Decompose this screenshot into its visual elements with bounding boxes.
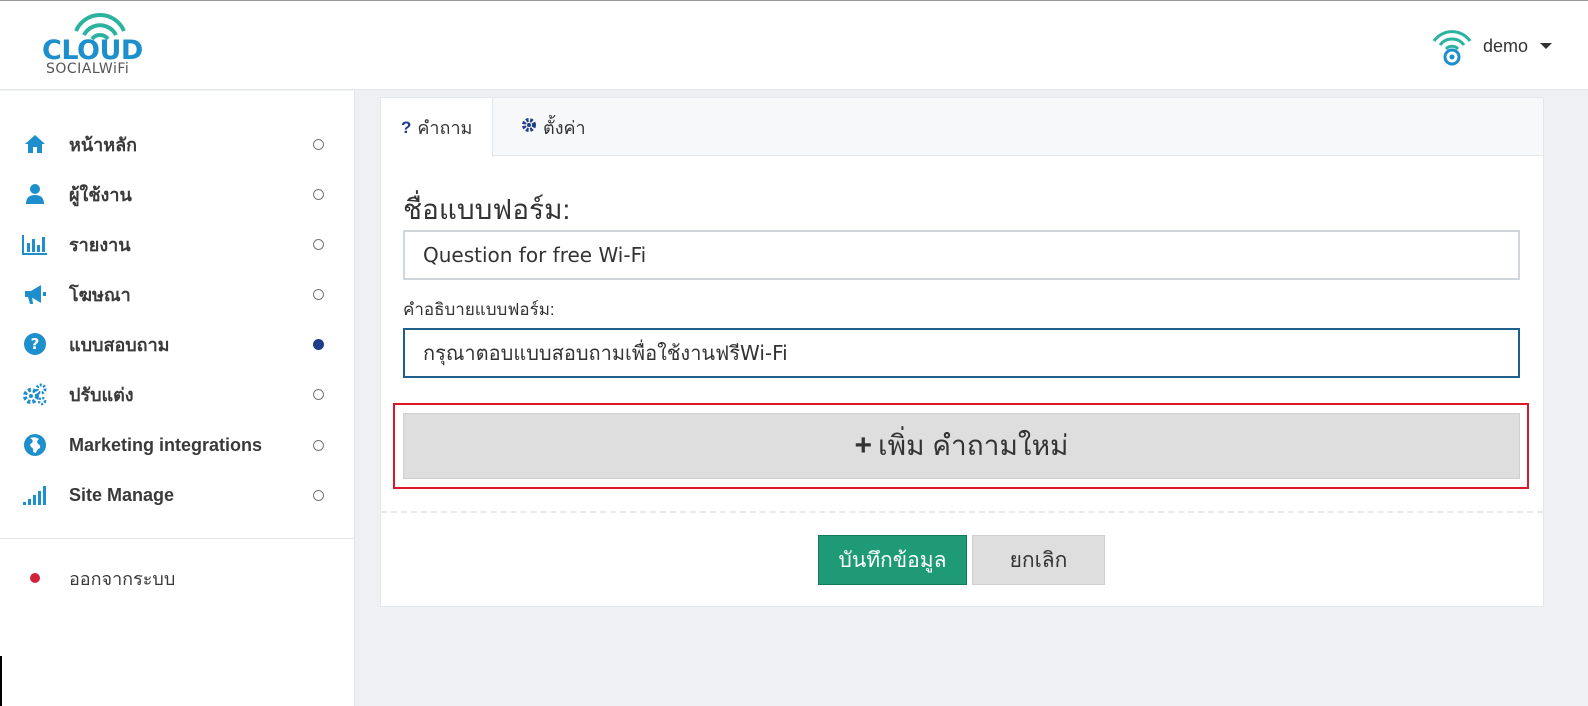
status-dot xyxy=(313,388,324,400)
sidebar-item-survey[interactable]: ? แบบสอบถาม xyxy=(0,324,354,364)
form-panel: ? คำถาม ตั้งค่า ชื่อแบบฟอร์ม: Question f… xyxy=(380,97,1544,607)
logout-dot-icon xyxy=(30,573,40,583)
svg-text:?: ? xyxy=(31,335,40,353)
sidebar-item-customize[interactable]: ปรับแต่ง xyxy=(0,374,354,414)
active-dot xyxy=(313,338,324,350)
sidebar-item-label: แบบสอบถาม xyxy=(69,334,170,355)
home-icon xyxy=(22,131,48,157)
sidebar-item-label: Site Manage xyxy=(69,484,175,505)
form-name-value: Question for free Wi-Fi xyxy=(423,243,647,267)
sidebar-item-label: Marketing integrations xyxy=(69,434,263,455)
tab-questions[interactable]: ? คำถาม xyxy=(381,98,494,157)
sidebar-item-label: หน้าหลัก xyxy=(69,134,138,155)
sidebar-item-marketing[interactable]: Marketing integrations xyxy=(0,425,354,465)
wifi-avatar-icon xyxy=(1432,30,1472,66)
sidebar-item-reports[interactable]: รายงาน xyxy=(0,224,354,264)
sidebar-item-users[interactable]: ผู้ใช้งาน xyxy=(0,174,354,214)
sidebar-item-ads[interactable]: โฆษณา xyxy=(0,274,354,314)
tab-bar: ? คำถาม ตั้งค่า xyxy=(381,98,1543,157)
add-question-button[interactable]: + เพิ่ม คำถามใหม่ xyxy=(403,413,1520,479)
status-dot xyxy=(313,138,324,150)
status-dot xyxy=(313,288,324,300)
cancel-button[interactable]: ยกเลิก xyxy=(972,535,1105,585)
sidebar-item-label: ผู้ใช้งาน xyxy=(69,184,132,205)
sidebar-item-home[interactable]: หน้าหลัก xyxy=(0,124,354,164)
save-button[interactable]: บันทึกข้อมูล xyxy=(818,535,967,585)
sidebar-item-label: รายงาน xyxy=(69,234,131,255)
gear-icon xyxy=(521,117,537,138)
sidebar-item-site-manage[interactable]: Site Manage xyxy=(0,475,354,515)
add-question-label: เพิ่ม คำถามใหม่ xyxy=(878,430,1069,461)
form-name-input[interactable]: Question for free Wi-Fi xyxy=(403,230,1520,280)
form-description-label: คำอธิบายแบบฟอร์ม: xyxy=(403,300,555,319)
form-description-input[interactable]: กรุณาตอบแบบสอบถามเพื่อใช้งานฟรีWi-Fi xyxy=(403,328,1520,378)
question-icon: ? xyxy=(401,117,412,137)
status-dot xyxy=(313,489,324,501)
megaphone-icon xyxy=(22,281,48,307)
window-edge xyxy=(0,656,2,706)
top-header: CLOUD SOCIALWiFi demo xyxy=(0,0,1588,90)
dashed-divider xyxy=(381,511,1543,513)
tab-settings[interactable]: ตั้งค่า xyxy=(501,98,606,156)
sidebar-item-label: โฆษณา xyxy=(69,284,131,305)
status-dot xyxy=(313,188,324,200)
plus-icon: + xyxy=(854,429,873,462)
caret-down-icon xyxy=(1540,43,1552,49)
sidebar: หน้าหลัก ผู้ใช้งาน รายงาน โฆษณา ? แบบสอบ… xyxy=(0,91,355,706)
cogs-icon xyxy=(22,381,48,407)
tab-label: ตั้งค่า xyxy=(543,117,586,138)
status-dot xyxy=(313,439,324,451)
globe-icon xyxy=(22,432,48,458)
status-dot xyxy=(313,238,324,250)
logout-label: ออกจากระบบ xyxy=(69,568,176,589)
cloud-socialwifi-logo[interactable]: CLOUD SOCIALWiFi xyxy=(40,11,160,77)
form-name-label: ชื่อแบบฟอร์ม: xyxy=(403,194,571,225)
logo-subtitle: SOCIALWiFi xyxy=(46,61,130,77)
sidebar-divider xyxy=(0,538,354,539)
sidebar-item-logout[interactable]: ออกจากระบบ xyxy=(0,558,354,598)
user-icon xyxy=(22,181,48,207)
signal-icon xyxy=(22,482,48,508)
form-description-value: กรุณาตอบแบบสอบถามเพื่อใช้งานฟรีWi-Fi xyxy=(423,341,788,365)
tab-label: คำถาม xyxy=(417,118,473,138)
user-menu[interactable]: demo xyxy=(1431,23,1552,69)
user-name: demo xyxy=(1482,35,1528,56)
question-circle-icon: ? xyxy=(22,331,48,357)
sidebar-item-label: ปรับแต่ง xyxy=(69,384,134,405)
bar-chart-icon xyxy=(22,231,48,257)
